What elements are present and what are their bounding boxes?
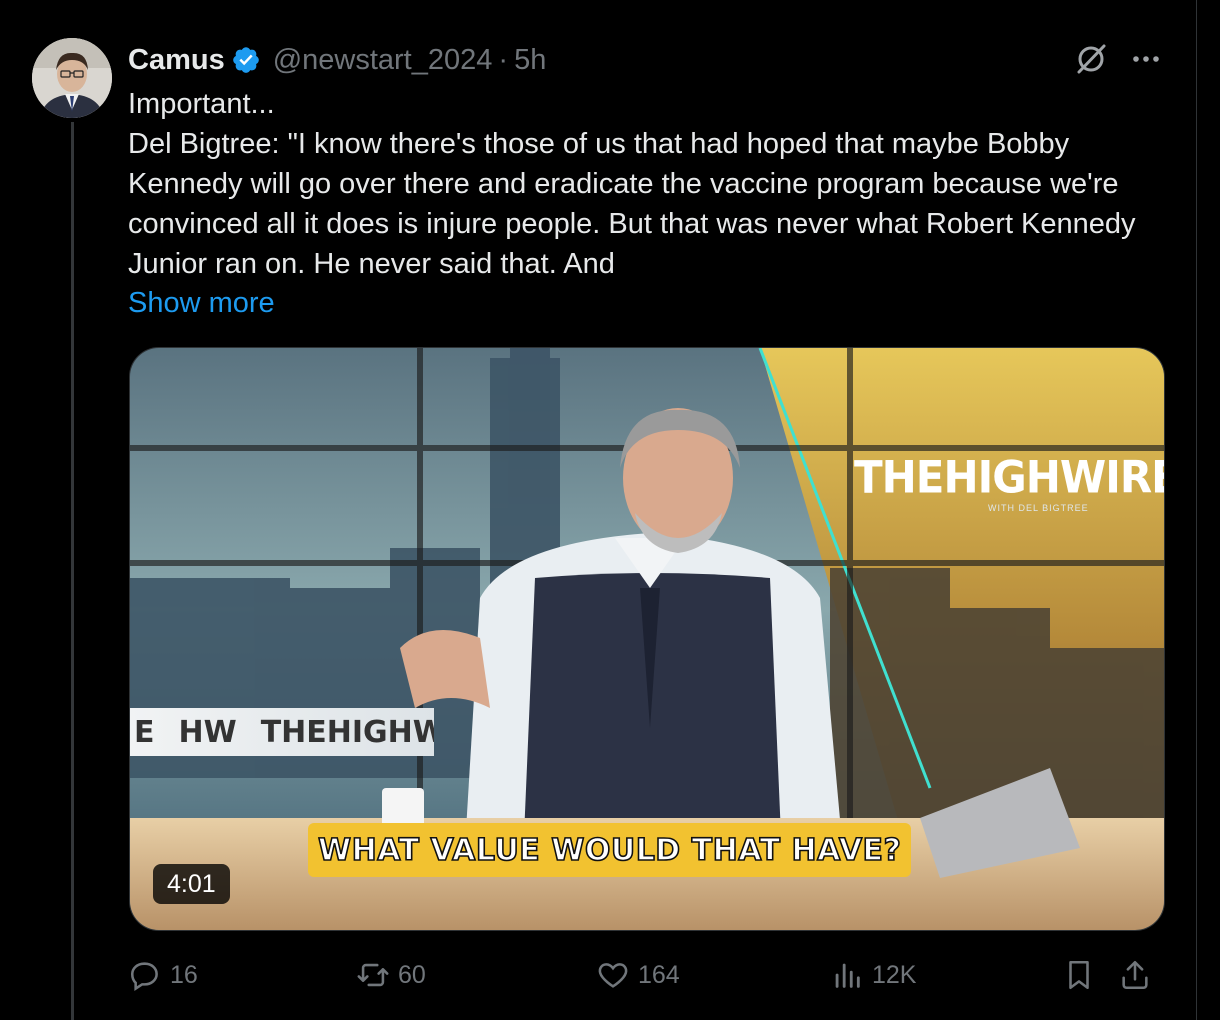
views-button[interactable]: 12K <box>830 952 916 998</box>
post-time[interactable]: 5h <box>514 44 546 77</box>
banner-text: THEHIGHWIRI <box>260 714 434 750</box>
reply-icon <box>130 962 158 991</box>
banner-text: HW <box>178 714 237 750</box>
video-logo-subtext: WITH DEL BIGTREE <box>988 503 1089 513</box>
author-handle[interactable]: @newstart_2024 <box>273 44 493 77</box>
author-name[interactable]: Camus <box>128 44 225 77</box>
bookmark-icon <box>1069 960 1089 990</box>
video-logo: THEHIGHWIRE <box>854 451 1165 504</box>
video-banner: E HW THEHIGHWIRI <box>130 708 434 756</box>
avatar[interactable] <box>32 38 112 118</box>
like-icon <box>598 963 628 988</box>
share-icon <box>1122 960 1148 990</box>
reply-button[interactable]: 16 <box>128 952 198 998</box>
show-more-link[interactable]: Show more <box>128 283 275 323</box>
meta-separator: · <box>498 43 509 76</box>
like-button[interactable]: 164 <box>596 952 680 998</box>
repost-button[interactable]: 60 <box>356 952 426 998</box>
views-count: 12K <box>872 960 917 989</box>
video-player[interactable]: E HW THEHIGHWIRI THEHIGHWIRE WITH DEL BI… <box>129 347 1165 931</box>
views-icon <box>835 963 860 988</box>
post-header: Camus @newstart_2024 · 5h <box>128 38 546 82</box>
action-bar: 16 60 164 12K <box>128 952 1168 998</box>
repost-count: 60 <box>398 960 426 989</box>
bookmark-button[interactable] <box>1062 952 1104 998</box>
column-border <box>1196 0 1197 1020</box>
grok-icon[interactable] <box>1074 42 1108 76</box>
thread-line <box>71 122 74 1020</box>
banner-text: E <box>134 714 155 750</box>
avatar-image <box>32 38 112 118</box>
share-button[interactable] <box>1118 952 1160 998</box>
post-text-line: Del Bigtree: "I know there's those of us… <box>128 128 1136 280</box>
post-text: Important... Del Bigtree: "I know there'… <box>128 84 1168 284</box>
verified-badge-icon[interactable] <box>231 45 261 75</box>
video-caption: WHAT VALUE WOULD THAT HAVE? <box>308 823 912 877</box>
video-duration: 4:01 <box>153 864 230 904</box>
repost-icon <box>357 963 389 987</box>
post-text-line: Important... <box>128 88 275 120</box>
like-count: 164 <box>638 960 680 989</box>
reply-count: 16 <box>170 960 198 989</box>
more-icon[interactable] <box>1128 44 1164 74</box>
